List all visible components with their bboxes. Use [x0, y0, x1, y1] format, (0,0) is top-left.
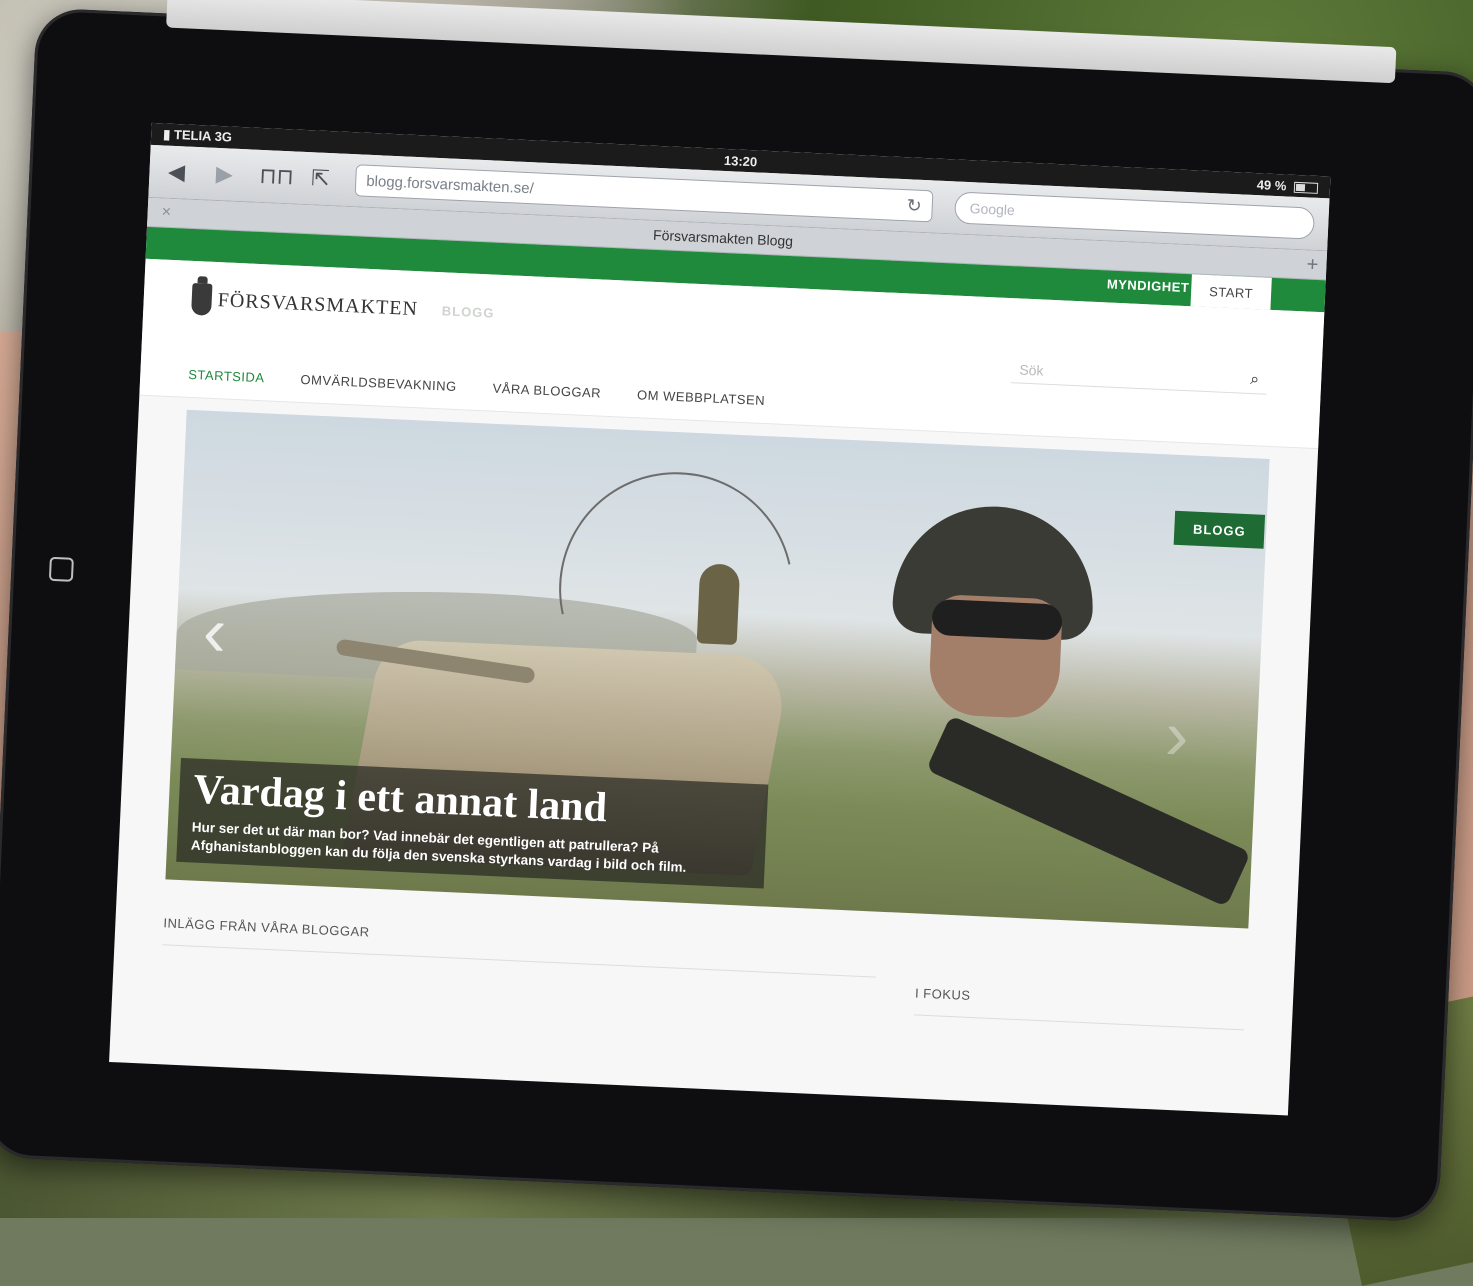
new-tab-icon[interactable]: + [1298, 253, 1327, 277]
logo-subtitle: BLOGG [441, 302, 495, 321]
battery-status: 49 % [1256, 176, 1319, 195]
search-icon[interactable]: ⌕ [1250, 371, 1260, 389]
start-link[interactable]: START [1190, 274, 1272, 310]
lower-sections: INLÄGG FRÅN VÅRA BLOGGAR I FOKUS [161, 915, 1247, 1031]
nav-startsida[interactable]: STARTSIDA [188, 366, 265, 384]
logo-text: FÖRSVARSMAKTEN [217, 288, 419, 320]
hero-soldier-goggles [931, 598, 1063, 641]
site-search-input[interactable]: Sök ⌕ [1010, 356, 1268, 395]
ipad-device: ▮ TELIA 3G 13:20 49 % ◀ ▶ ⊓⊓ ⇱ blogg.for… [0, 0, 1473, 1223]
hero-tank-crew [696, 563, 741, 645]
battery-icon [1293, 181, 1319, 194]
signal-icon: ▮ [162, 126, 171, 142]
nav-omvarldsbevakning[interactable]: OMVÄRLDSBEVAKNING [300, 371, 457, 393]
bookmarks-book-icon[interactable]: ⊓⊓ [259, 163, 294, 190]
address-text[interactable]: blogg.forsvarsmakten.se/ [366, 172, 907, 214]
nav-om-webbplatsen[interactable]: OM WEBBPLATSEN [637, 387, 766, 408]
nav-vara-bloggar[interactable]: VÅRA BLOGGAR [492, 380, 601, 400]
crest-icon [191, 282, 213, 316]
back-arrow-icon[interactable]: ◀ [163, 159, 190, 186]
home-button[interactable] [48, 556, 74, 582]
safari-search-placeholder: Google [969, 200, 1016, 219]
focus-section: I FOKUS [914, 949, 1247, 1031]
close-tab-icon[interactable]: × [161, 203, 171, 221]
site-logo[interactable]: FÖRSVARSMAKTEN BLOGG [191, 282, 495, 329]
ipad-screen: ▮ TELIA 3G 13:20 49 % ◀ ▶ ⊓⊓ ⇱ blogg.for… [109, 122, 1331, 1116]
network-label: 3G [214, 128, 233, 145]
focus-heading: I FOKUS [914, 985, 1246, 1031]
carrier-signal: ▮ TELIA 3G [163, 126, 232, 145]
carousel-prev-icon[interactable]: ‹ [193, 592, 236, 671]
myndighet-link[interactable]: MYNDIGHET [1107, 276, 1190, 295]
hero-carousel[interactable]: BLOGG ‹ › Vardag i ett annat land Hur se… [165, 409, 1270, 929]
site-search-placeholder: Sök [1019, 361, 1044, 379]
hero-rifle [925, 715, 1251, 908]
safari-search-field[interactable]: Google [953, 191, 1316, 240]
reload-icon[interactable]: ↻ [906, 195, 922, 217]
posts-section: INLÄGG FRÅN VÅRA BLOGGAR [161, 915, 878, 1013]
share-icon[interactable]: ⇱ [307, 165, 334, 192]
carousel-next-icon[interactable]: › [1156, 696, 1199, 775]
blogg-badge[interactable]: BLOGG [1173, 510, 1266, 549]
forward-arrow-icon[interactable]: ▶ [211, 161, 238, 188]
posts-heading: INLÄGG FRÅN VÅRA BLOGGAR [162, 915, 878, 978]
battery-label: 49 % [1256, 176, 1287, 193]
carrier-label: TELIA [173, 126, 212, 144]
